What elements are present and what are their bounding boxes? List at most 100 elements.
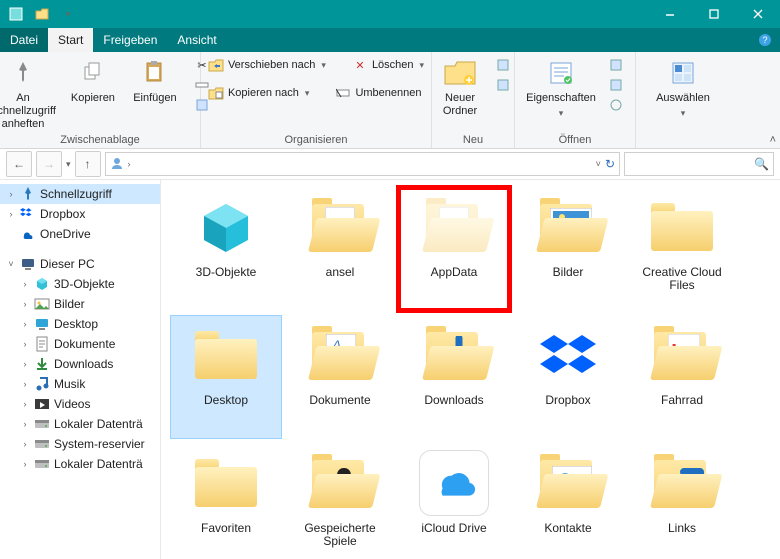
folder-item[interactable]: Gespeicherte Spiele [285, 444, 395, 559]
search-box[interactable]: 🔍 [624, 152, 774, 176]
expand-toggle-icon[interactable]: › [6, 189, 16, 199]
new-folder-button[interactable]: Neuer Ordner [429, 54, 491, 118]
folder-item[interactable]: Downloads [399, 316, 509, 438]
folder-item[interactable]: PDFFahrrad [627, 316, 737, 438]
paste-icon [143, 56, 167, 90]
maximize-button[interactable] [692, 0, 736, 28]
folder-item[interactable]: Bilder [513, 188, 623, 310]
3d-icon [34, 276, 50, 292]
expand-toggle-icon[interactable]: › [20, 419, 30, 429]
breadcrumb-dropdown-icon[interactable]: ˅ [596, 159, 601, 169]
open-button[interactable] [602, 56, 630, 74]
quick-access-folder-icon[interactable] [32, 4, 52, 24]
folder-item[interactable]: iCloud Drive [399, 444, 509, 559]
file-menu[interactable]: Datei [0, 28, 48, 52]
tree-node-label: Lokaler Datenträ [54, 457, 143, 471]
folder-item[interactable]: ansel [285, 188, 395, 310]
delete-button[interactable]: ✕ Löschen▾ [346, 56, 430, 74]
folder-item[interactable]: Links [627, 444, 737, 559]
expand-toggle-icon[interactable]: ˅ [6, 259, 16, 269]
content-pane[interactable]: 3D-Objekteansel AppData BilderCreative Clo… [161, 180, 780, 559]
new-item-button[interactable] [489, 56, 517, 74]
pin-icon [20, 186, 36, 202]
address-row: ← → ▾ ↑ › ˅ ↻ 🔍 [0, 149, 780, 180]
expand-toggle-icon[interactable]: › [20, 359, 30, 369]
pin-to-quick-access-button[interactable]: An Schnellzugriff anheften [0, 54, 62, 131]
nav-up-button[interactable]: ↑ [75, 151, 101, 177]
tree-node-videos[interactable]: ›Videos [0, 394, 160, 414]
tab-start[interactable]: Start [48, 28, 93, 52]
tree-node-schnellzugriff[interactable]: ›Schnellzugriff [0, 184, 160, 204]
tab-ansicht[interactable]: Ansicht [167, 28, 226, 52]
tree-node-dokumente[interactable]: ›Dokumente [0, 334, 160, 354]
tree-node-onedrive[interactable]: OneDrive [0, 224, 160, 244]
folder-item[interactable]: AppData [399, 188, 509, 310]
move-to-button[interactable]: Verschieben nach▾ [202, 56, 332, 74]
folder-item[interactable]: Creative Cloud Files [627, 188, 737, 310]
help-button[interactable]: ? [750, 28, 780, 52]
easy-access-button[interactable] [489, 76, 517, 94]
tree-node-downloads[interactable]: ›Downloads [0, 354, 160, 374]
tree-node-label: Musik [54, 377, 85, 391]
copy-to-button[interactable]: Kopieren nach▾ [202, 84, 315, 102]
item-label: AppData [431, 266, 478, 279]
folder-item[interactable]: Favoriten [171, 444, 281, 559]
expand-toggle-icon[interactable]: › [20, 379, 30, 389]
tree-node-lokaler-datenträ[interactable]: ›Lokaler Datenträ [0, 414, 160, 434]
edit-button[interactable] [602, 76, 630, 94]
expand-toggle-icon[interactable]: › [20, 279, 30, 289]
links-icon [639, 448, 725, 518]
folder-item[interactable]: Kontakte [513, 444, 623, 559]
nav-back-button[interactable]: ← [6, 151, 32, 177]
item-label: Desktop [204, 394, 248, 407]
expand-toggle-icon[interactable]: › [20, 459, 30, 469]
nav-history-dropdown[interactable]: ▾ [66, 159, 71, 170]
open-group-label: Öffnen [515, 134, 635, 148]
tree-node-bilder[interactable]: › Bilder [0, 294, 160, 314]
properties-button[interactable]: Eigenschaften▾ [520, 54, 602, 120]
folder-item[interactable]: 3D-Objekte [171, 188, 281, 310]
refresh-button[interactable]: ↻ [605, 157, 615, 171]
expand-toggle-icon[interactable]: › [20, 319, 30, 329]
documents-icon [34, 336, 50, 352]
tree-node-system-reservier[interactable]: ›System-reservier [0, 434, 160, 454]
properties-icon [548, 56, 574, 90]
paste-button[interactable]: Einfügen [124, 54, 186, 105]
folder-item[interactable]: ADokumente [285, 316, 395, 438]
tab-freigeben[interactable]: Freigeben [93, 28, 167, 52]
history-button[interactable] [602, 96, 630, 114]
select-button[interactable]: Auswählen▾ [650, 54, 716, 120]
tree-node-dropbox[interactable]: ›Dropbox [0, 204, 160, 224]
nav-forward-button[interactable]: → [36, 151, 62, 177]
tree-node-label: Bilder [54, 297, 85, 311]
tree-node-musik[interactable]: › Musik [0, 374, 160, 394]
copyto-icon [208, 85, 224, 101]
chess-icon [297, 448, 383, 518]
expand-toggle-icon[interactable]: › [20, 439, 30, 449]
expand-toggle-icon[interactable]: › [6, 209, 16, 219]
expand-toggle-icon[interactable]: › [20, 299, 30, 309]
close-button[interactable] [736, 0, 780, 28]
expand-toggle-icon[interactable]: › [20, 399, 30, 409]
ribbon-collapse-button[interactable]: ˄ [770, 134, 776, 146]
nav-tree[interactable]: ›Schnellzugriff›DropboxOneDrive ˅Dieser P… [0, 180, 161, 559]
tree-node-desktop[interactable]: ›Desktop [0, 314, 160, 334]
tree-node-dieser-pc[interactable]: ˅Dieser PC [0, 254, 160, 274]
rename-button[interactable]: Umbenennen [329, 84, 427, 102]
icloud-icon [411, 448, 497, 518]
breadcrumb[interactable]: › ˅ ↻ [105, 152, 620, 176]
tree-node-lokaler-datenträ[interactable]: › Lokaler Datenträ [0, 454, 160, 474]
folder-item[interactable]: Dropbox [513, 316, 623, 438]
folder-item[interactable]: Desktop [171, 316, 281, 438]
desktop-icon [34, 316, 50, 332]
doc-icon: A [297, 320, 383, 390]
copy-button[interactable]: Kopieren [62, 54, 124, 105]
expand-toggle-icon[interactable]: › [20, 339, 30, 349]
videos-icon [34, 396, 50, 412]
system-menu-icon[interactable] [6, 4, 26, 24]
tree-node-label: 3D-Objekte [54, 277, 115, 291]
minimize-button[interactable] [648, 0, 692, 28]
item-label: Kontakte [544, 522, 591, 535]
tree-node-3d-objekte[interactable]: › 3D-Objekte [0, 274, 160, 294]
quick-access-dropdown-icon[interactable]: ▾ [58, 4, 78, 24]
